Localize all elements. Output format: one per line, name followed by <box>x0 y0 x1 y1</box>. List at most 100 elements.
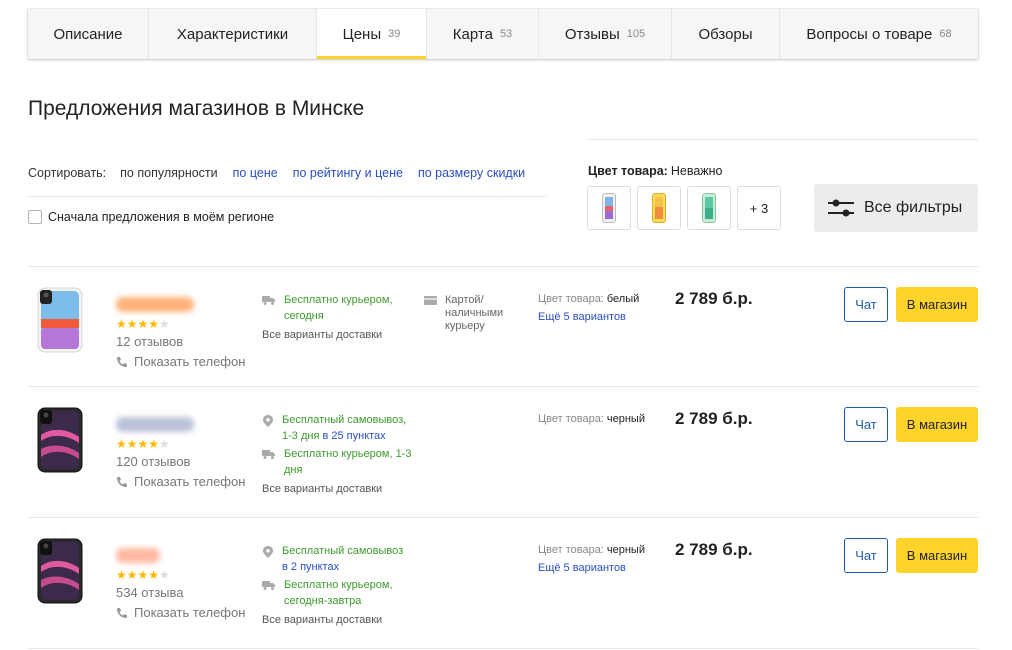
shop-info: ★★★★★ 12 отзывов Показать телефон <box>116 297 245 369</box>
pickup-text: Бесплатный самовывоз в 2 пунктах <box>282 543 403 575</box>
region-checkbox-label: Сначала предложения в моём регионе <box>48 210 275 224</box>
swatch-green[interactable] <box>687 186 731 230</box>
sort-by-popularity[interactable]: по популярности <box>120 166 218 180</box>
tab-label: Описание <box>53 25 123 43</box>
show-phone-button[interactable]: Показать телефон <box>116 474 245 489</box>
color-label: Цвет товара: <box>538 293 604 305</box>
tab-specs[interactable]: Характеристики <box>149 9 317 59</box>
more-variants-link[interactable]: Ещё 5 вариантов <box>538 559 645 577</box>
show-phone-label: Показать телефон <box>134 605 246 620</box>
delivery-info: Бесплатно курьером, сегодня Все варианты… <box>262 292 412 343</box>
offer-price: 2 789 б.р. <box>675 289 753 308</box>
sort-by-discount[interactable]: по размеру скидки <box>418 166 525 180</box>
pickup-delivery: Бесплатный самовывоз в 2 пунктах <box>262 543 412 575</box>
color-filter-header: Цвет товара: Неважно <box>588 164 723 178</box>
courier-text: Бесплатно курьером, 1-3 дня <box>284 448 412 476</box>
shop-name-blurred[interactable] <box>116 417 194 432</box>
divider <box>588 139 978 140</box>
reviews-link[interactable]: 12 отзывов <box>116 334 245 349</box>
truck-icon <box>262 450 275 459</box>
tab-description[interactable]: Описание <box>28 9 149 59</box>
courier-text-wrap: Бесплатно курьером, сегодня-завтра <box>284 577 393 609</box>
tab-label: Характеристики <box>176 25 289 43</box>
phone-icon <box>117 607 127 618</box>
color-swatches: + 3 <box>587 186 781 230</box>
more-colors-button[interactable]: + 3 <box>737 186 781 230</box>
tab-label: Обзоры <box>698 25 753 43</box>
delivery-info: Бесплатный самовывоз, 1-3 дня в 25 пункта… <box>262 412 412 497</box>
phone-black-image[interactable] <box>36 407 84 473</box>
yellow-phone-icon <box>652 193 666 223</box>
reviews-link[interactable]: 120 отзывов <box>116 454 245 469</box>
tab-label: Вопросы о товаре <box>806 25 933 43</box>
shop-info: ★★★★★ 534 отзыва Показать телефон <box>116 548 245 620</box>
to-shop-button[interactable]: В магазин <box>896 407 978 442</box>
show-phone-button[interactable]: Показать телефон <box>116 354 245 369</box>
pickup-free: Бесплатный самовывоз <box>282 545 404 557</box>
offer-price: 2 789 б.р. <box>675 540 753 559</box>
section-title: Предложения магазинов в Минске <box>28 97 365 120</box>
courier-text: Бесплатно курьером, <box>284 579 393 591</box>
color-value: белый <box>606 293 640 305</box>
tab-count: 39 <box>388 28 401 40</box>
courier-delivery: Бесплатно курьером, сегодня <box>262 292 412 324</box>
shop-name-blurred[interactable] <box>116 297 194 312</box>
offer-row: ★★★★★ 534 отзыва Показать телефон Беспла… <box>28 517 978 648</box>
all-delivery-link[interactable]: Все варианты доставки <box>262 327 412 343</box>
pickup-days: 1-3 дня <box>282 430 320 442</box>
swatch-yellow[interactable] <box>637 186 681 230</box>
pickup-points-link[interactable]: в 2 пунктах <box>282 561 339 573</box>
reviews-link[interactable]: 534 отзыва <box>116 585 245 600</box>
white-phone-icon <box>602 193 616 223</box>
courier-text: Бесплатно курьером, сегодня <box>284 294 393 322</box>
pickup-points-link[interactable]: в 25 пунктах <box>322 430 385 442</box>
all-filters-button[interactable]: Все фильтры <box>814 184 978 232</box>
phone-black-image[interactable] <box>36 538 84 604</box>
region-checkbox[interactable] <box>28 210 42 224</box>
tab-questions[interactable]: Вопросы о товаре 68 <box>780 9 978 59</box>
to-shop-button[interactable]: В магазин <box>896 538 978 573</box>
chat-button[interactable]: Чат <box>844 287 888 322</box>
color-info: Цвет товара: черный <box>538 410 645 428</box>
color-filter-label: Цвет товара: <box>588 164 668 178</box>
pickup-text: Бесплатный самовывоз, 1-3 дня в 25 пункта… <box>282 412 406 444</box>
product-tabs: Описание Характеристики Цены 39 Карта 53… <box>28 9 978 59</box>
show-phone-label: Показать телефон <box>134 354 246 369</box>
region-first-toggle[interactable]: Сначала предложения в моём регионе <box>28 210 274 224</box>
color-value: черный <box>606 413 645 425</box>
sort-label: Сортировать: <box>28 166 107 180</box>
phone-icon <box>117 476 127 487</box>
rating-stars: ★★★★★ <box>116 568 170 582</box>
show-phone-button[interactable]: Показать телефон <box>116 605 245 620</box>
phone-icon <box>117 356 127 367</box>
to-shop-button[interactable]: В магазин <box>896 287 978 322</box>
swatch-white[interactable] <box>587 186 631 230</box>
sort-by-rating-price[interactable]: по рейтингу и цене <box>293 166 403 180</box>
divider <box>28 648 978 649</box>
all-delivery-link[interactable]: Все варианты доставки <box>262 612 412 628</box>
all-delivery-link[interactable]: Все варианты доставки <box>262 481 412 497</box>
all-filters-label: Все фильтры <box>864 199 963 216</box>
more-variants-link[interactable]: Ещё 5 вариантов <box>538 308 639 326</box>
tab-count: 53 <box>499 28 513 40</box>
green-phone-icon <box>702 193 716 223</box>
color-label: Цвет товара: <box>538 544 604 556</box>
shop-name-blurred[interactable] <box>116 548 160 563</box>
offer-price: 2 789 б.р. <box>675 409 753 428</box>
tab-prices[interactable]: Цены 39 <box>317 9 427 59</box>
tab-map[interactable]: Карта 53 <box>427 9 539 59</box>
tab-overviews[interactable]: Обзоры <box>672 9 780 59</box>
divider <box>28 196 547 197</box>
chat-button[interactable]: Чат <box>844 407 888 442</box>
rating-stars: ★★★★★ <box>116 437 170 451</box>
sort-by-price[interactable]: по цене <box>233 166 278 180</box>
sort-bar: Сортировать: по популярности по цене по … <box>28 166 540 180</box>
color-info: Цвет товара: черный Ещё 5 вариантов <box>538 541 645 577</box>
chat-button[interactable]: Чат <box>844 538 888 573</box>
shop-info: ★★★★★ 120 отзывов Показать телефон <box>116 417 245 489</box>
pin-icon <box>263 546 273 558</box>
phone-white-image[interactable] <box>36 287 84 353</box>
truck-icon <box>262 296 275 305</box>
courier-days: сегодня-завтра <box>284 595 362 607</box>
tab-reviews[interactable]: Отзывы 105 <box>539 9 672 59</box>
